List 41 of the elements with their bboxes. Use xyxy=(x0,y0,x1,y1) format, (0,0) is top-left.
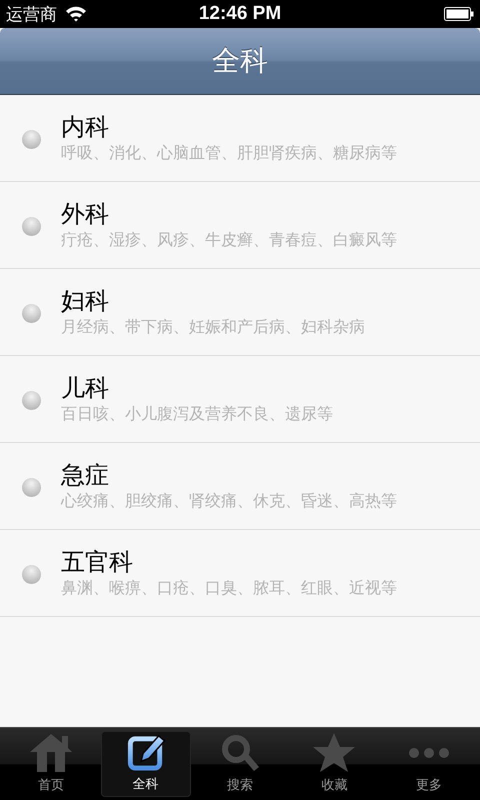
department-description: 鼻渊、喉痹、口疮、口臭、脓耳、红眼、近视等 xyxy=(61,577,397,599)
tab[interactable]: 收藏 xyxy=(289,731,380,797)
carrier-name: 运营商 xyxy=(6,4,57,26)
status-time: 12:46 PM xyxy=(198,3,282,25)
tab-label: 全科 xyxy=(132,776,159,793)
tab-label: 搜索 xyxy=(226,777,253,794)
department-item[interactable]: 儿科 百日咳、小儿腹泻及营养不良、遗尿等 xyxy=(0,356,480,443)
department-name: 五官科 xyxy=(61,547,134,577)
tab[interactable]: 首页 xyxy=(6,731,96,797)
battery-icon xyxy=(444,7,474,21)
home-icon xyxy=(28,732,74,774)
department-description: 月经病、带下病、妊娠和产后病、妇科杂病 xyxy=(61,316,365,338)
bullet-icon xyxy=(22,390,41,410)
nav-title: 全科 xyxy=(212,43,268,79)
department-item[interactable]: 急症 心绞痛、胆绞痛、肾绞痛、休克、昏迷、高热等 xyxy=(0,443,480,530)
tab-label: 收藏 xyxy=(321,777,348,794)
wifi-icon xyxy=(65,6,87,22)
tab[interactable]: 全科 xyxy=(100,731,191,797)
bullet-icon xyxy=(22,304,41,322)
tab[interactable]: 更多 xyxy=(384,731,474,797)
department-item[interactable]: 内科 呼吸、消化、心脑血管、肝胆肾疾病、糖尿病等 xyxy=(0,95,480,182)
department-item[interactable]: 妇科 月经病、带下病、妊娠和产后病、妇科杂病 xyxy=(0,269,480,356)
department-item[interactable]: 外科 疔疮、湿疹、风疹、牛皮癣、青春痘、白癜风等 xyxy=(0,182,480,269)
department-description: 百日咳、小儿腹泻及营养不良、遗尿等 xyxy=(61,403,333,425)
department-name: 妇科 xyxy=(61,286,110,316)
department-item[interactable]: 五官科 鼻渊、喉痹、口疮、口臭、脓耳、红眼、近视等 xyxy=(0,530,480,617)
department-name: 急症 xyxy=(61,460,110,490)
bullet-icon xyxy=(22,216,41,236)
tab-label: 更多 xyxy=(416,777,442,794)
star-icon xyxy=(311,732,358,774)
bullet-icon xyxy=(22,130,41,148)
department-description: 心绞痛、胆绞痛、肾绞痛、休克、昏迷、高热等 xyxy=(61,490,397,512)
tab-label: 首页 xyxy=(38,777,64,794)
bullet-icon xyxy=(22,478,41,496)
bullet-icon xyxy=(22,564,41,584)
department-name: 内科 xyxy=(61,112,110,142)
department-description: 呼吸、消化、心脑血管、肝胆肾疾病、糖尿病等 xyxy=(61,142,397,164)
department-description: 疔疮、湿疹、风疹、牛皮癣、青春痘、白癜风等 xyxy=(61,229,397,251)
department-name: 儿科 xyxy=(61,373,110,403)
tab[interactable]: 搜索 xyxy=(194,731,285,797)
department-name: 外科 xyxy=(61,199,110,229)
